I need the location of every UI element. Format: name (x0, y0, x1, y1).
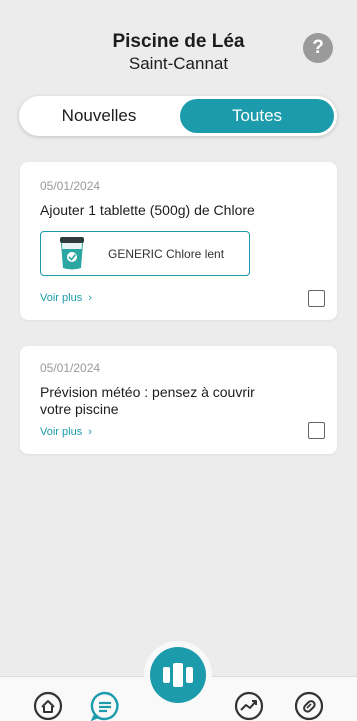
see-more-label: Voir plus (40, 292, 83, 304)
see-more-label: Voir plus (40, 426, 83, 438)
notification-title: Ajouter 1 tablette (500g) de Chlore (40, 202, 255, 218)
stats-icon[interactable] (234, 691, 264, 721)
maintenance-icon[interactable] (294, 691, 324, 721)
messages-icon[interactable] (90, 691, 120, 721)
pool-location: Saint-Cannat (128, 54, 229, 73)
tab-new[interactable]: Nouvelles (19, 96, 179, 136)
chlorine-bucket-icon (60, 237, 84, 270)
see-more-link[interactable]: Voir plus › (40, 426, 92, 438)
pool-scan-button[interactable] (150, 647, 206, 703)
chevron-right-icon: › (88, 292, 92, 304)
product-name: GENERIC Chlore lent (108, 247, 225, 261)
notification-card: 05/01/2024 Ajouter 1 tablette (500g) de … (20, 162, 337, 320)
home-icon[interactable] (33, 691, 63, 721)
help-button[interactable]: ? (303, 33, 333, 63)
notification-title: Prévision météo : pensez à couvrir votre… (40, 384, 255, 417)
done-checkbox[interactable] (308, 422, 325, 439)
product-button[interactable]: GENERIC Chlore lent (40, 231, 250, 276)
notification-card: 05/01/2024 Prévision météo : pensez à co… (20, 346, 337, 454)
pool-scan-icon (163, 663, 193, 687)
notification-date: 05/01/2024 (40, 361, 101, 375)
filter-segmented-control: Nouvelles Toutes (19, 96, 337, 136)
done-checkbox[interactable] (308, 290, 325, 307)
tab-all[interactable]: Toutes (180, 99, 334, 133)
chevron-right-icon: › (88, 426, 92, 438)
notification-date: 05/01/2024 (40, 179, 101, 193)
see-more-link[interactable]: Voir plus › (40, 292, 92, 304)
